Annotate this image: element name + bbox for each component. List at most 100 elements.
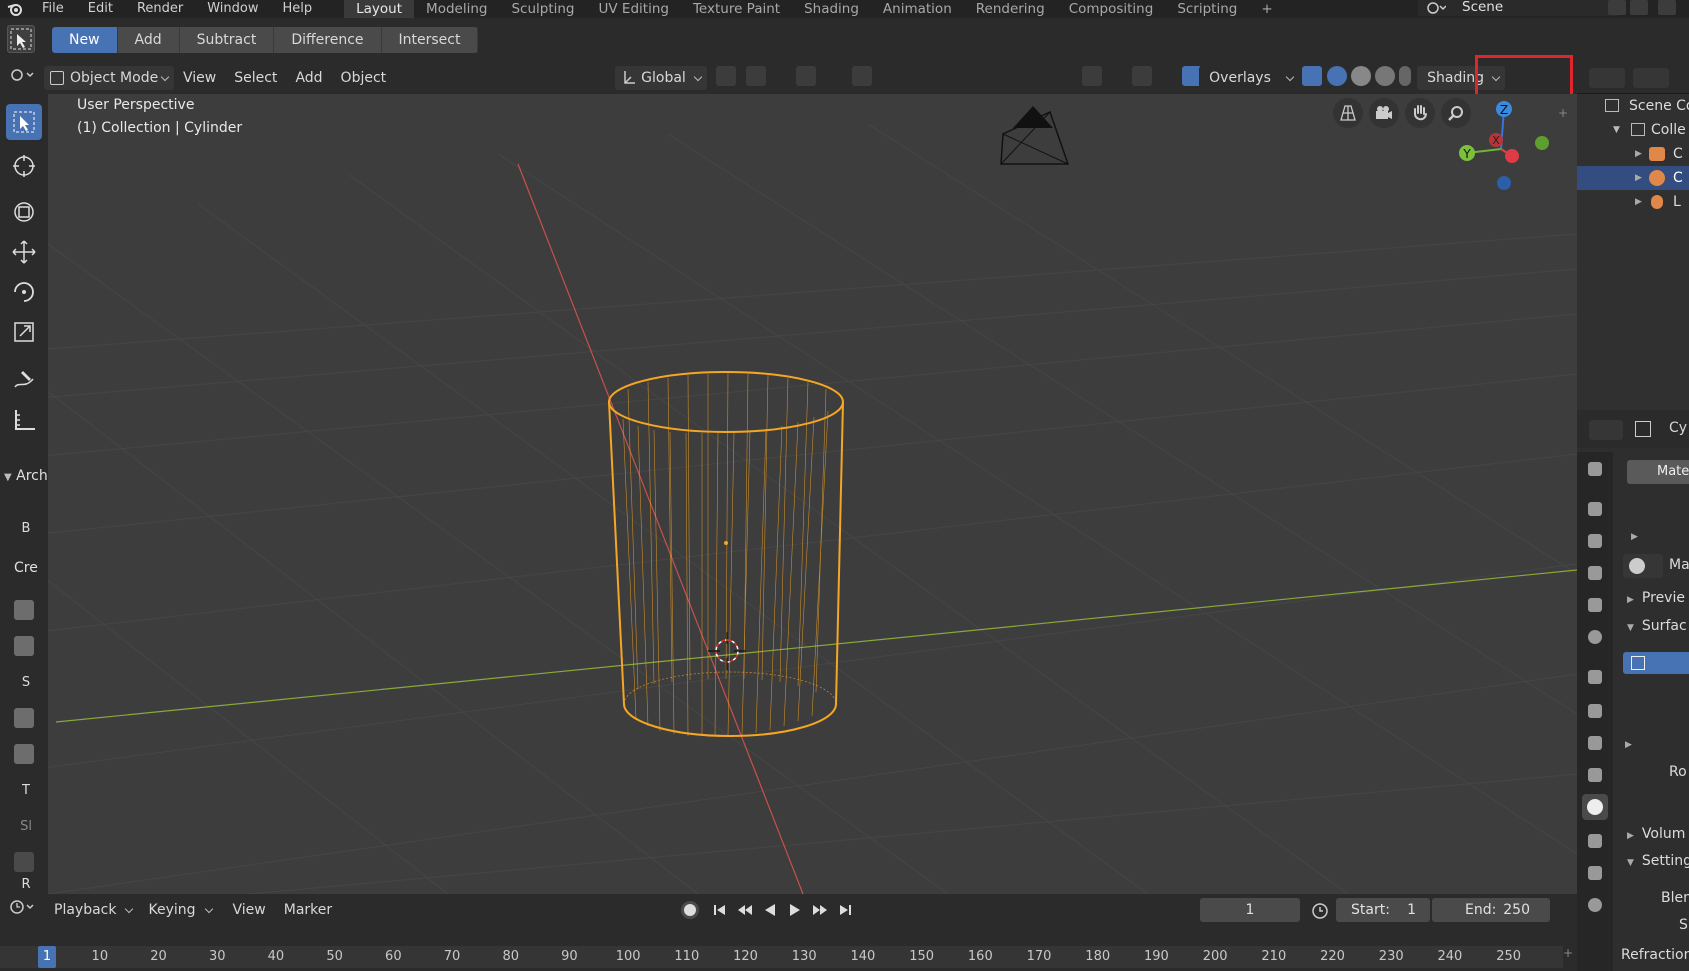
play-icon[interactable] [785,900,805,920]
active-tool-icon[interactable] [7,25,35,53]
tab-texture-paint[interactable]: Texture Paint [681,0,792,18]
editor-type-icon[interactable] [0,66,44,90]
modifiers-tab-icon[interactable] [1582,698,1608,724]
view-object-types-icon[interactable] [1073,66,1123,90]
settings-panel-header[interactable]: ▼ Setting [1627,853,1689,869]
menu-window[interactable]: Window [195,0,270,18]
3d-viewport[interactable]: User Perspective (1) Collection | Cylind… [48,94,1577,894]
texture-tab-icon[interactable] [1582,828,1608,854]
pivot-point-icon[interactable] [707,66,737,90]
outliner-light[interactable]: ▶ L [1577,190,1689,214]
material-slot-button[interactable]: Mate [1627,460,1689,484]
expand-cylinder-icon[interactable]: ▶ [1635,166,1642,190]
start-frame-field[interactable]: Start: 1 [1336,898,1430,922]
cursor-tool[interactable] [6,148,42,184]
pan-hand-icon[interactable] [1405,98,1435,128]
transform-affect-icon[interactable] [843,66,887,90]
overlays-dropdown[interactable]: Overlays [1199,66,1300,90]
close-scene-icon[interactable] [1630,0,1648,15]
menu-view[interactable]: View [174,66,225,90]
playback-menu[interactable]: Playback [44,898,139,922]
tab-uv-editing[interactable]: UV Editing [587,0,681,18]
play-reverse-icon[interactable] [760,900,780,920]
constraints-tab-icon[interactable] [1582,892,1608,918]
view-layer-tab-icon[interactable] [1582,560,1608,586]
menu-help[interactable]: Help [271,0,325,18]
menu-add[interactable]: Add [286,66,331,90]
outliner-cylinder[interactable]: ▶ C [1577,166,1689,190]
navigation-gizmo[interactable]: Z Y X [1446,94,1556,204]
measure-tool[interactable] [6,402,42,438]
tab-scripting[interactable]: Scripting [1165,0,1249,18]
solid-shading-icon[interactable] [1349,66,1373,90]
archi-tool-4[interactable]: S [6,664,46,700]
object-mode-dropdown[interactable]: Object Mode [44,66,174,90]
archi-tool-10[interactable]: R [6,874,46,894]
menu-render[interactable]: Render [125,0,195,18]
archi-tool-1[interactable]: B [6,510,46,546]
outliner-collection[interactable]: ▼ Colle [1577,118,1689,142]
boolean-intersect-button[interactable]: Intersect [381,27,479,53]
boolean-new-button[interactable]: New [52,27,118,53]
expand-camera-icon[interactable]: ▶ [1635,142,1642,166]
archi-tool-3-icon[interactable] [6,628,42,664]
menu-select[interactable]: Select [225,66,286,90]
gizmos-icon[interactable] [1123,66,1173,90]
world-tab-icon[interactable] [1582,624,1608,650]
use-preview-range-icon[interactable] [1310,900,1330,920]
transform-orientation-dropdown[interactable]: Global [615,66,708,90]
boolean-subtract-button[interactable]: Subtract [179,27,275,53]
snapping-icon[interactable] [737,66,787,90]
archi-tool-5-icon[interactable] [6,700,42,736]
jump-start-icon[interactable] [710,900,730,920]
proportional-editing-icon[interactable] [787,66,843,90]
mesh-data-tab-icon[interactable] [1582,762,1608,788]
tab-animation[interactable]: Animation [871,0,964,18]
record-button[interactable] [680,900,700,920]
gizmo-neg-x-icon[interactable] [1505,149,1519,163]
timeline-marker-menu[interactable]: Marker [275,898,341,922]
expand-light-icon[interactable]: ▶ [1635,190,1642,214]
surface-subpanel-icon[interactable]: ▶ [1625,740,1632,750]
menu-object[interactable]: Object [332,66,396,90]
timeline-sidebar-toggle-icon[interactable]: + [1563,946,1573,960]
cylinder-object[interactable] [608,371,844,737]
jump-end-icon[interactable] [835,900,855,920]
tool-tab-icon[interactable] [1582,456,1608,482]
archi-tool-8[interactable]: Sl [6,808,46,844]
material-name-field[interactable]: Ma [1669,557,1689,573]
overlays-toggle-icon[interactable] [1173,66,1203,90]
annotate-tool[interactable] [6,362,42,398]
render-tab-icon[interactable] [1582,496,1608,522]
outliner-scene-collection[interactable]: Scene Co [1577,94,1689,118]
boolean-difference-button[interactable]: Difference [274,27,382,53]
properties-editor-type-icon[interactable] [1589,420,1623,440]
archi-tool-7[interactable]: T [6,772,46,808]
tab-sculpting[interactable]: Sculpting [499,0,586,18]
move-tool[interactable] [6,234,42,270]
archi-tool-6-icon[interactable] [6,736,42,772]
tab-layout[interactable]: Layout [344,0,415,18]
add-workspace-button[interactable]: + [1249,0,1284,18]
end-frame-field[interactable]: End: 250 [1432,898,1550,922]
surface-panel-header[interactable]: ▼ Surfac [1627,618,1687,634]
archi-tool-2-icon[interactable] [6,592,42,628]
outliner-filter-icon[interactable] [1633,68,1669,88]
timeline-editor-type-icon[interactable] [0,898,44,922]
volume-panel-header[interactable]: ▶ Volum [1627,826,1685,842]
menu-edit[interactable]: Edit [76,0,125,18]
xray-toggle-icon[interactable] [1299,66,1325,90]
material-browse-icon[interactable] [1623,554,1663,578]
material-tab-icon[interactable] [1582,794,1608,820]
material-shading-icon[interactable] [1373,66,1397,90]
menu-file[interactable]: File [30,0,76,18]
object-tab-icon[interactable] [1582,664,1608,690]
tab-compositing[interactable]: Compositing [1057,0,1166,18]
scene-tab-icon[interactable] [1582,592,1608,618]
tab-shading[interactable]: Shading [792,0,871,18]
current-frame-field[interactable]: 1 [1200,898,1300,922]
particles-tab-icon[interactable] [1582,860,1608,886]
jump-keyframe-forward-icon[interactable] [810,900,830,920]
blender-logo-icon[interactable] [0,0,30,18]
rotate-tool[interactable] [6,274,42,310]
